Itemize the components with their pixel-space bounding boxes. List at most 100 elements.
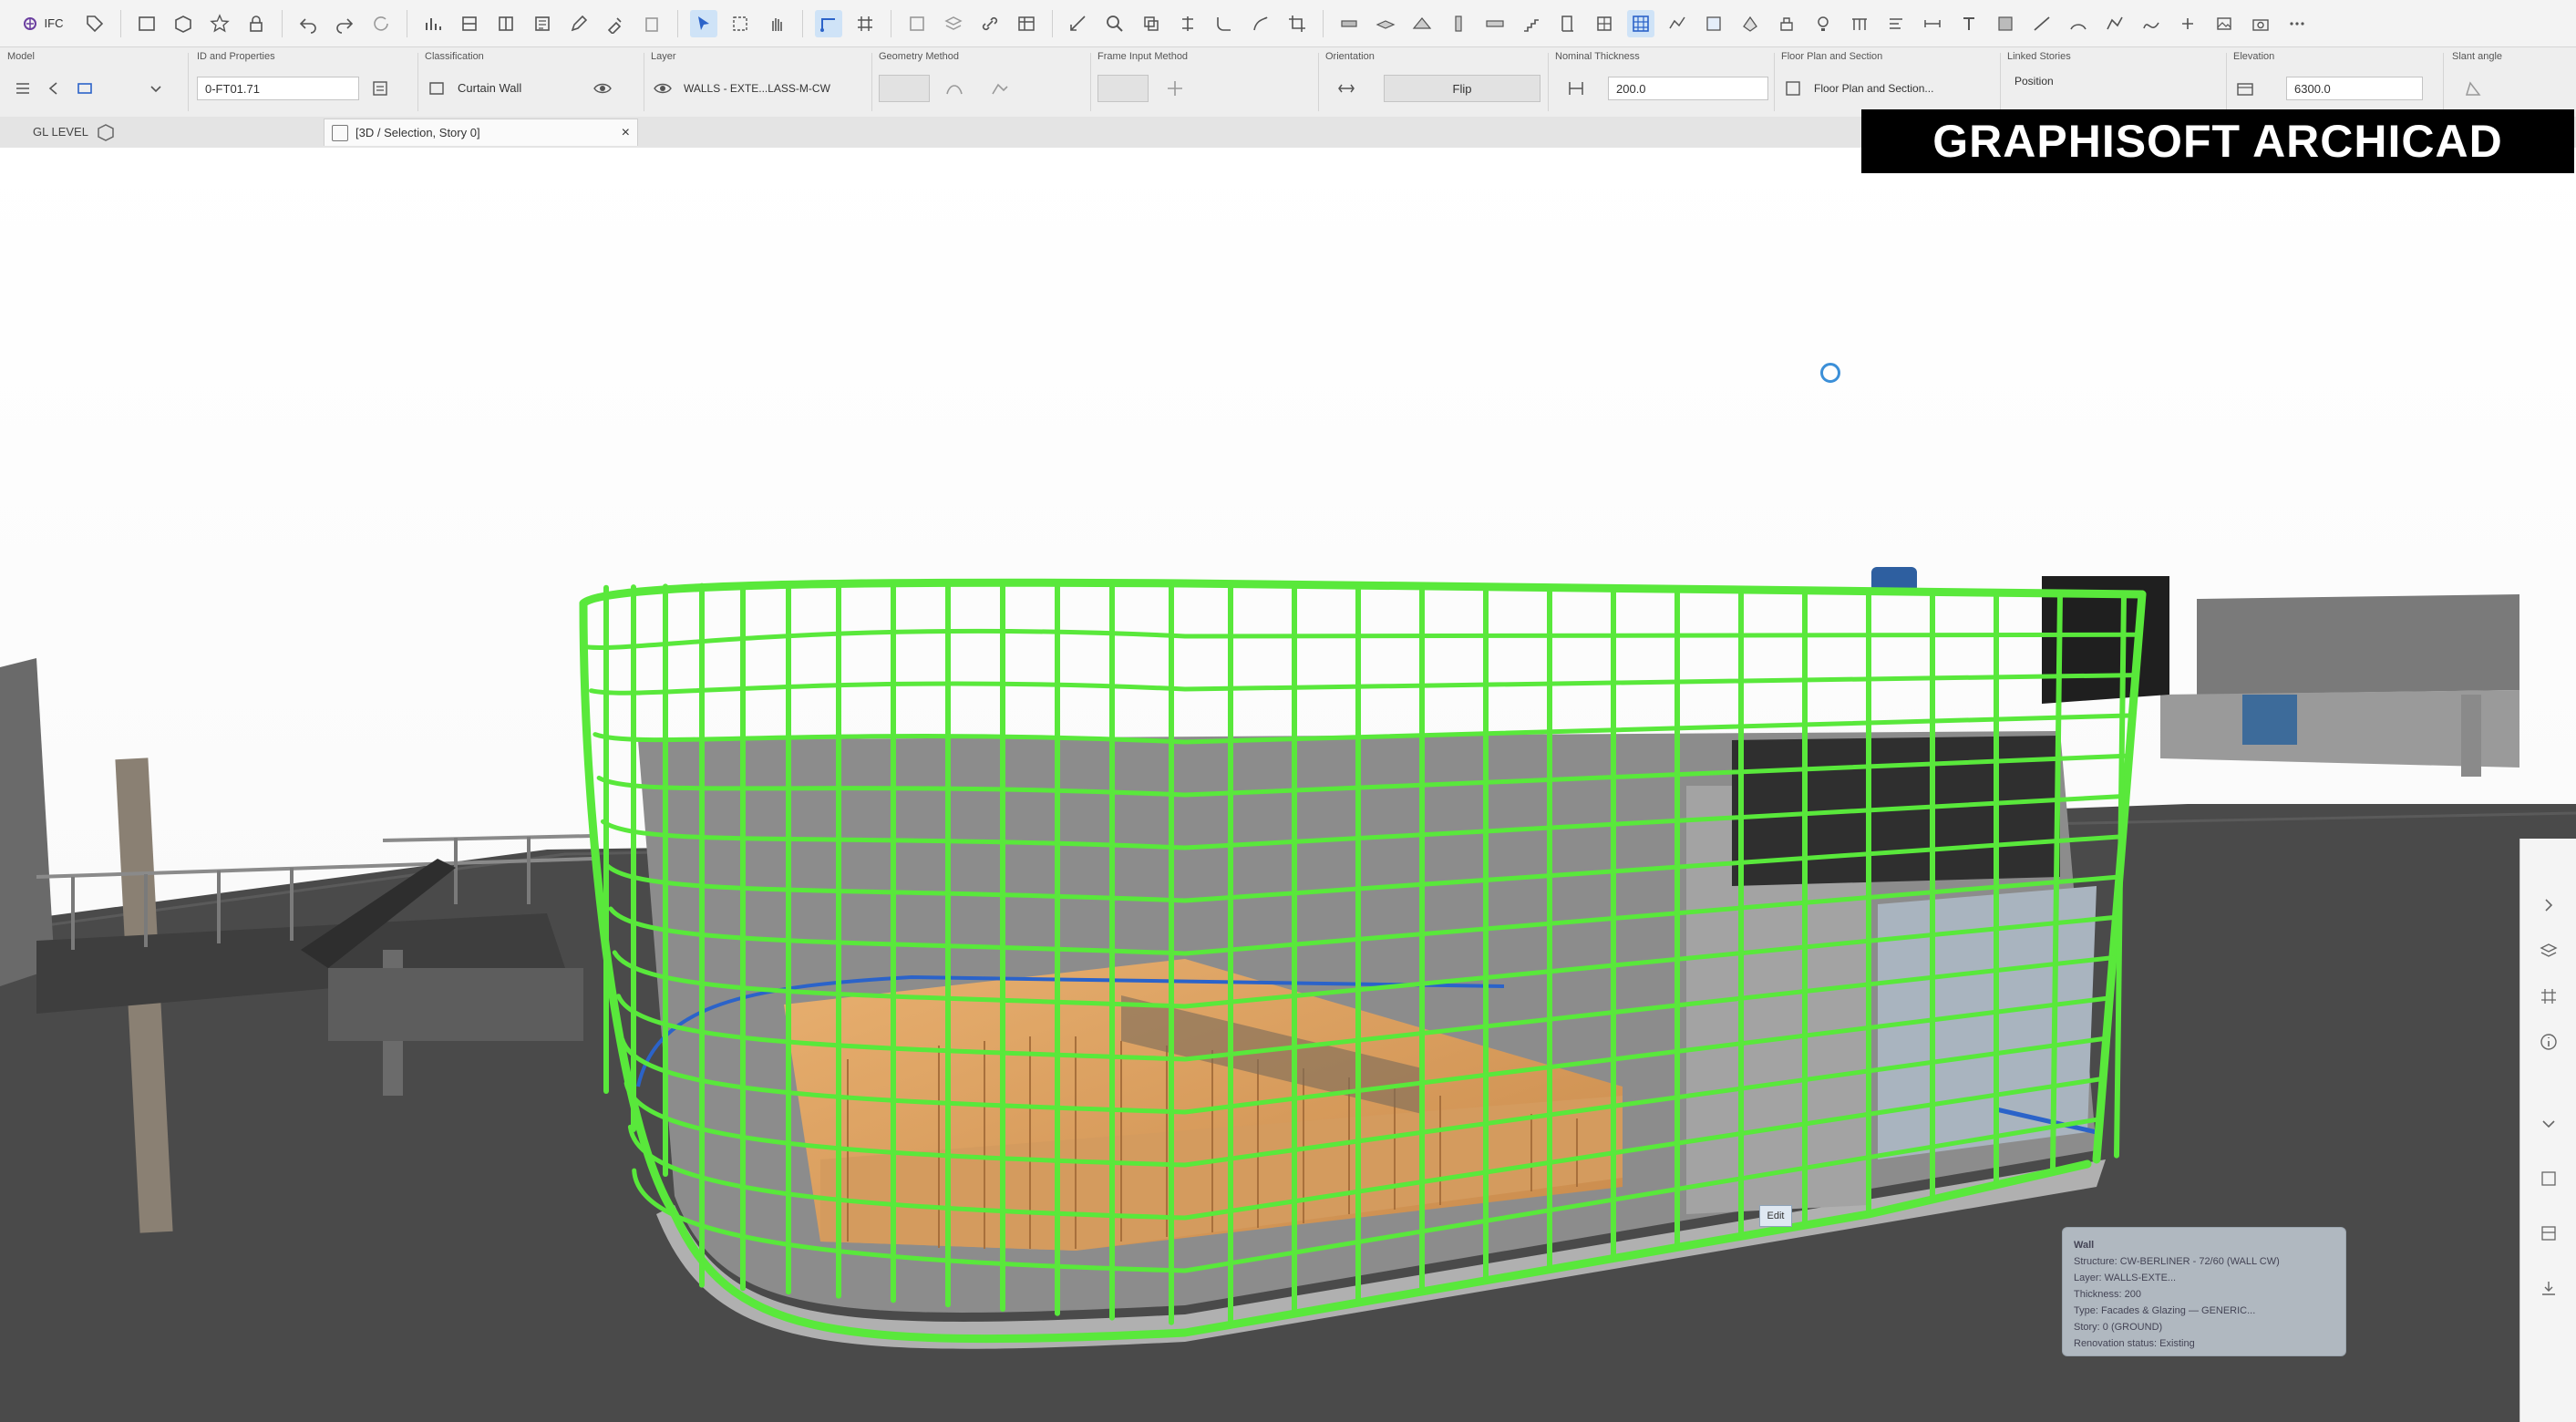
lamp-icon[interactable] — [1809, 10, 1837, 37]
geometry-icon[interactable] — [73, 77, 97, 100]
fillet-icon[interactable] — [1211, 10, 1238, 37]
orientation-group: Orientation Flip — [1325, 47, 1544, 117]
morph-icon[interactable] — [1736, 10, 1764, 37]
tag-icon[interactable] — [81, 10, 108, 37]
settings-icon[interactable] — [11, 77, 35, 100]
arc-icon[interactable] — [2065, 10, 2092, 37]
curve-icon[interactable] — [1247, 10, 1274, 37]
palette-grid-icon[interactable] — [2537, 984, 2561, 1008]
column-icon[interactable] — [1445, 10, 1472, 37]
layer-visible-icon[interactable] — [651, 77, 675, 100]
geometry-method-straight[interactable] — [879, 75, 930, 102]
link-icon[interactable] — [976, 10, 1004, 37]
chevron-down-icon[interactable] — [144, 77, 168, 100]
beam-icon[interactable] — [1481, 10, 1509, 37]
linked-stories-label: Linked Stories — [2007, 51, 2071, 62]
palette-info-icon[interactable] — [2537, 1030, 2561, 1054]
layers-icon[interactable] — [940, 10, 967, 37]
frame-input-group: Frame Input Method — [1097, 47, 1316, 117]
roof-icon[interactable] — [1408, 10, 1436, 37]
geometry-curved-icon[interactable] — [943, 77, 966, 100]
snap-icon[interactable] — [815, 9, 842, 37]
view-icon[interactable] — [133, 10, 160, 37]
tab-gl-level[interactable]: GL LEVEL — [9, 118, 100, 146]
hotspot-icon[interactable] — [2174, 10, 2201, 37]
spline-icon[interactable] — [2138, 10, 2165, 37]
fill-icon[interactable] — [1992, 10, 2019, 37]
undo-icon[interactable] — [294, 10, 322, 37]
tab-close-icon[interactable]: × — [622, 119, 630, 147]
table-icon[interactable] — [1013, 10, 1040, 37]
arrow-icon[interactable] — [690, 9, 717, 37]
elevation-field[interactable]: 6300.0 — [2286, 77, 2423, 100]
arrow-left-icon[interactable] — [42, 77, 66, 100]
text-icon[interactable] — [1955, 10, 1983, 37]
palette-publisher-icon[interactable] — [2537, 1276, 2561, 1300]
offset-icon[interactable] — [1138, 10, 1165, 37]
edit-marker[interactable]: Edit — [1759, 1205, 1792, 1227]
chart-icon[interactable] — [419, 10, 447, 37]
palette-views-icon[interactable] — [2537, 1167, 2561, 1190]
split-icon[interactable] — [1174, 10, 1201, 37]
door-icon[interactable] — [1554, 10, 1582, 37]
star-icon[interactable] — [206, 10, 233, 37]
linked-stories-value[interactable]: Position — [2007, 69, 2117, 93]
layer-select[interactable]: WALLS - EXTE...LASS-M-CW — [676, 77, 859, 100]
dimension-icon[interactable] — [1919, 10, 1946, 37]
square-icon[interactable] — [903, 10, 931, 37]
ifc-icon[interactable]: IFC — [14, 10, 72, 37]
elevation-icon[interactable] — [492, 10, 520, 37]
window-icon[interactable] — [1591, 10, 1618, 37]
id-field[interactable]: 0-FT01.71 — [197, 77, 359, 100]
geometry-poly-icon[interactable] — [988, 77, 1012, 100]
stair-icon[interactable] — [1518, 10, 1545, 37]
worksheet-icon[interactable] — [529, 10, 556, 37]
measure-icon[interactable] — [1065, 10, 1092, 37]
paste-icon[interactable] — [638, 10, 665, 37]
hand-icon[interactable] — [763, 10, 790, 37]
palette-layouts-icon[interactable] — [2537, 1221, 2561, 1245]
crop-icon[interactable] — [1283, 10, 1311, 37]
slant-angle-icon[interactable] — [2461, 77, 2485, 100]
section-icon[interactable] — [456, 10, 483, 37]
line-icon[interactable] — [2028, 10, 2056, 37]
classification-value[interactable]: Curtain Wall — [450, 77, 578, 100]
wall-icon[interactable] — [1335, 10, 1363, 37]
label-icon[interactable] — [1882, 10, 1910, 37]
frame-input-icon[interactable] — [1163, 77, 1187, 100]
magnify-icon[interactable] — [1101, 10, 1128, 37]
palette-layers-icon[interactable] — [2537, 939, 2561, 963]
tab-view-icon — [332, 125, 348, 141]
object-icon[interactable] — [1773, 10, 1800, 37]
marquee-icon[interactable] — [726, 10, 754, 37]
redo-icon[interactable] — [331, 10, 358, 37]
palette-collapse-icon[interactable] — [2537, 1112, 2561, 1136]
refresh-icon[interactable] — [367, 10, 395, 37]
tooltip-line-4: Thickness: 200 — [2074, 1289, 2141, 1300]
flip-button[interactable]: Flip — [1384, 75, 1540, 102]
zone-icon[interactable] — [1700, 10, 1727, 37]
orientation-label: Orientation — [1325, 51, 1375, 62]
3d-window-icon[interactable] — [170, 10, 197, 37]
thickness-field[interactable]: 200.0 — [1608, 77, 1768, 100]
3d-viewport[interactable]: Edit Wall Structure: CW-BERLINER - 72/60… — [0, 148, 2576, 1422]
railing-icon[interactable] — [1846, 10, 1873, 37]
palette-chevron-icon[interactable] — [2537, 893, 2561, 917]
tab-3d-icon[interactable] — [96, 118, 119, 146]
frame-input-method-a[interactable] — [1097, 75, 1149, 102]
slab-icon[interactable] — [1372, 10, 1399, 37]
camera-icon[interactable] — [2247, 10, 2274, 37]
floor-plan-button[interactable]: Floor Plan and Section... — [1807, 77, 1985, 100]
tab-3d-selection[interactable]: [3D / Selection, Story 0] × — [324, 118, 638, 146]
mesh-icon[interactable] — [1664, 10, 1691, 37]
figure-icon[interactable] — [2210, 10, 2238, 37]
properties-icon[interactable] — [368, 77, 392, 100]
curtain-wall-icon[interactable] — [1627, 9, 1654, 37]
polyline-icon[interactable] — [2101, 10, 2128, 37]
pencil-icon[interactable] — [565, 10, 592, 37]
more-icon[interactable] — [2283, 10, 2311, 37]
eye-icon[interactable] — [591, 77, 614, 100]
eyedropper-icon[interactable] — [602, 10, 629, 37]
lock-icon[interactable] — [242, 10, 270, 37]
grid-icon[interactable] — [851, 10, 879, 37]
